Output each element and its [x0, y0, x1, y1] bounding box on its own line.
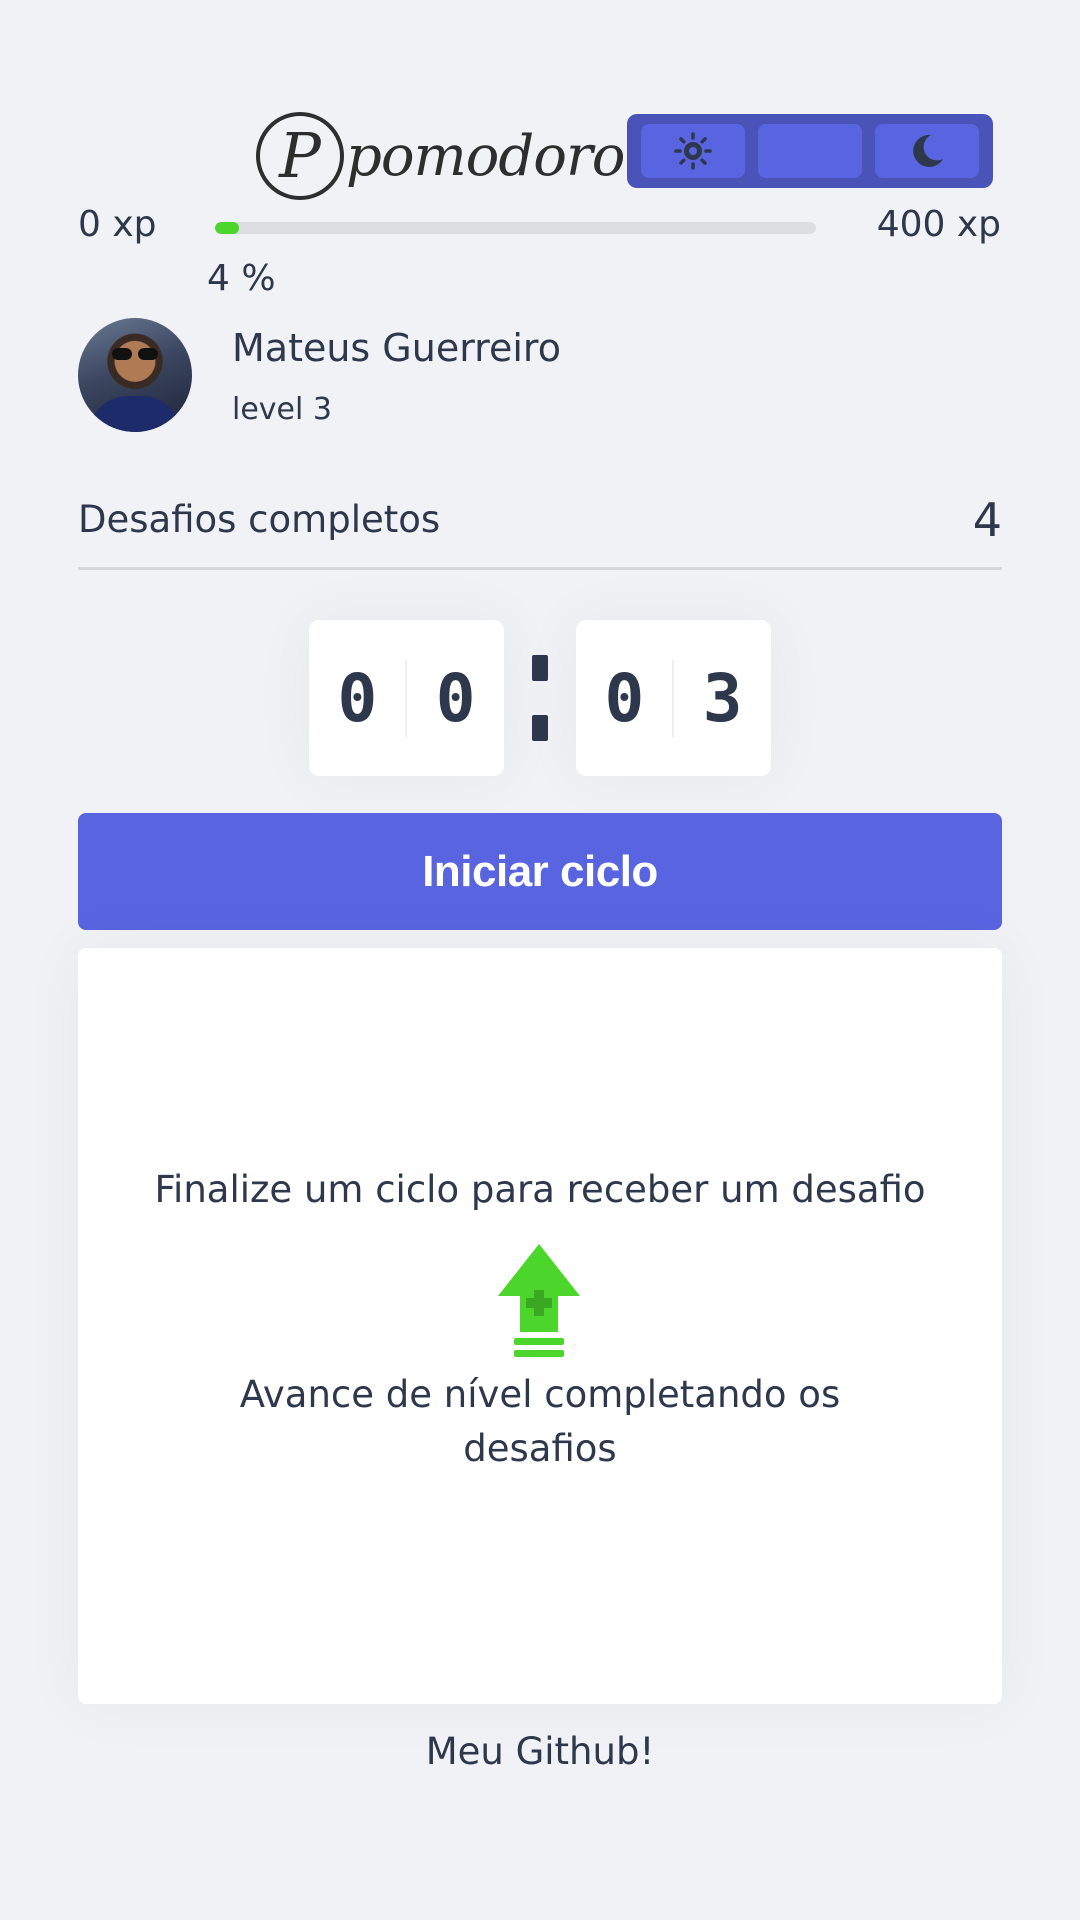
completed-challenges-label: Desafios completos: [78, 498, 441, 541]
completed-challenges: Desafios completos 4: [78, 482, 1002, 570]
logo-text: pomodoro: [346, 123, 625, 189]
xp-progress-bar: [215, 222, 816, 234]
logo-mark: P: [256, 112, 344, 200]
profile-name: Mateus Guerreiro: [232, 326, 561, 370]
theme-switch: [627, 114, 993, 188]
countdown-seconds: 0 3: [576, 620, 771, 776]
github-link[interactable]: Meu Github!: [0, 1730, 1080, 1773]
challenge-subtitle: Avance de nível completando os desafios: [239, 1373, 841, 1470]
theme-dark-button[interactable]: [875, 124, 979, 178]
minute-digit-left: 0: [338, 659, 408, 737]
xp-max-label: 400 xp: [876, 204, 1001, 245]
theme-light-button[interactable]: [641, 124, 745, 178]
challenge-title: Finalize um ciclo para receber um desafi…: [154, 1168, 926, 1211]
xp-progress-fill: [215, 222, 240, 234]
minute-digit-right: 0: [435, 659, 476, 737]
countdown: 0 0 0 3: [309, 620, 771, 776]
xp-percent-label: 4 %: [207, 258, 276, 299]
profile-level: level 3: [232, 392, 332, 427]
avatar: [78, 318, 192, 432]
start-cycle-button[interactable]: Iniciar ciclo: [78, 813, 1002, 930]
theme-auto-button[interactable]: [758, 124, 862, 178]
countdown-separator: [504, 655, 576, 741]
challenge-card: Finalize um ciclo para receber um desafi…: [78, 948, 1002, 1704]
sun-icon: [674, 132, 712, 170]
level-up-icon: [498, 1244, 580, 1357]
completed-challenges-count: 4: [972, 492, 1002, 547]
countdown-minutes: 0 0: [309, 620, 504, 776]
xp-min-label: 0 xp: [78, 204, 157, 245]
app-logo: P pomodoro: [256, 112, 625, 200]
moon-icon: [913, 134, 943, 167]
second-digit-right: 3: [702, 659, 743, 737]
second-digit-left: 0: [605, 659, 675, 737]
